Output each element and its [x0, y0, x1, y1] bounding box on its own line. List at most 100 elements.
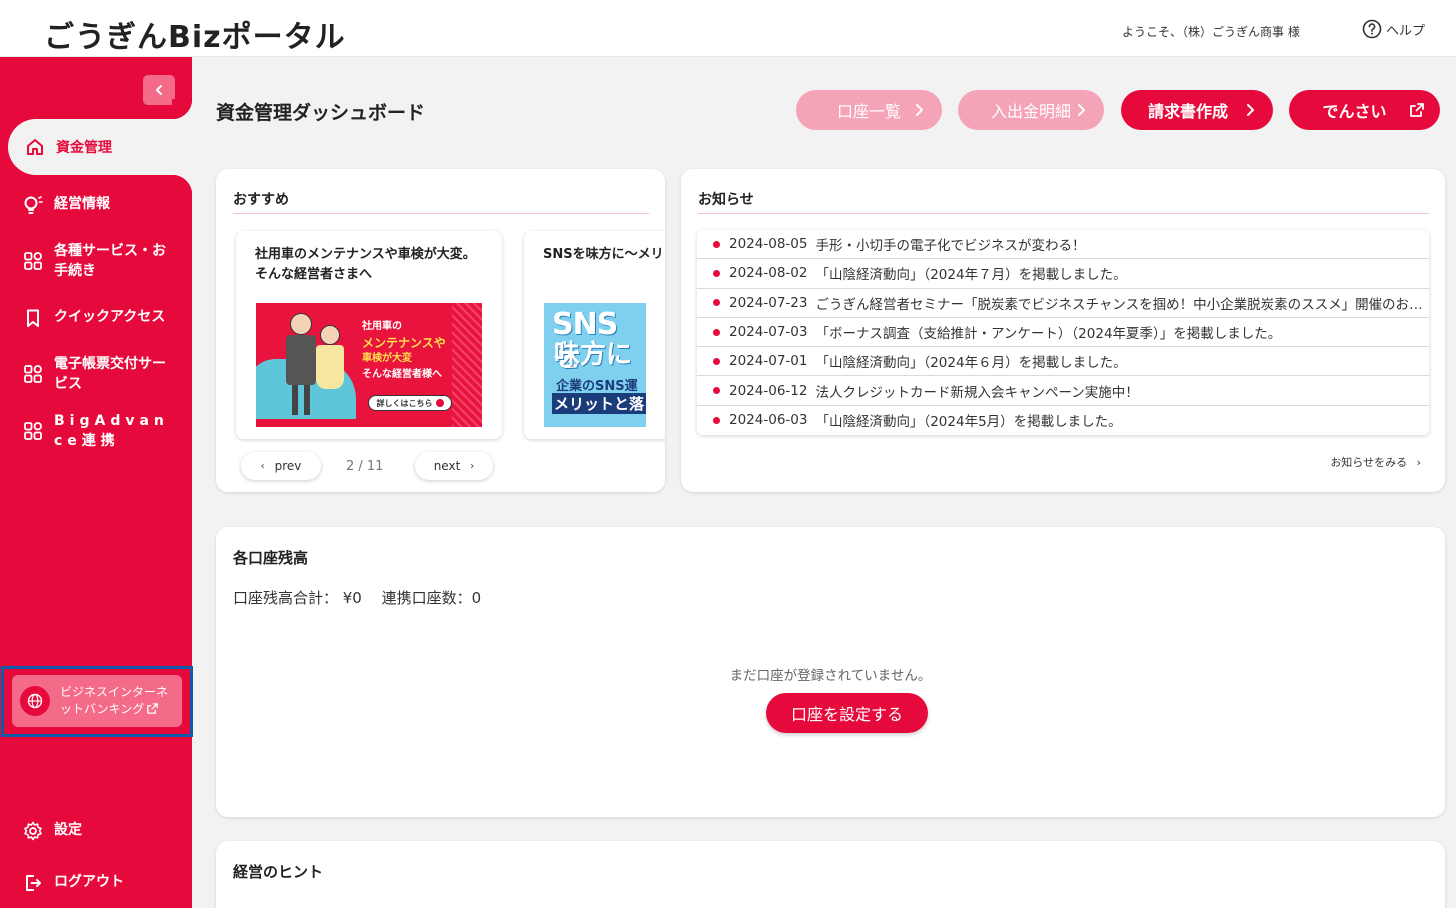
help-link[interactable]: ヘルプ — [1362, 19, 1425, 39]
empty-accounts-message: まだ口座が登録されていません。 — [729, 668, 932, 684]
internet-banking-label: ビジネスインターネットバンキング — [60, 685, 169, 716]
news-date: 2024-08-02 — [729, 265, 808, 282]
person-illustration — [292, 385, 298, 415]
hints-title: 経営のヒント — [233, 863, 324, 881]
balances-summary: 口座残高合計： ¥0 連携口座数：0 — [233, 589, 482, 607]
news-item[interactable]: 2024-06-12 法人クレジットカード新規入会キャンペーン実施中！ — [697, 376, 1429, 406]
chevron-left-icon: ‹ — [260, 460, 265, 472]
news-list: 2024-08-05 手形・小切手の電子化でビジネスが変わる！ 2024-08-0… — [697, 230, 1429, 435]
news-text: 「山陰経済動向」（2024年5月）を掲載しました。 — [815, 414, 1122, 431]
logout-icon — [22, 872, 44, 894]
bullet-dot — [713, 269, 720, 277]
sidebar-item-label: 設定 — [54, 822, 82, 838]
top-bar: ごうぎんBizポータル ようこそ、（株）ごうぎん商事 様 ヘルプ — [0, 0, 1456, 57]
sidebar-item-label: ログアウト — [54, 874, 124, 890]
sidebar-item-logout[interactable]: ログアウト — [22, 872, 182, 894]
news-date: 2024-06-03 — [729, 412, 808, 429]
chevron-right-icon: › — [470, 460, 475, 472]
sidebar-item-settings[interactable]: 設定 — [22, 820, 182, 842]
lightbulb-icon — [22, 194, 44, 216]
chevron-right-icon — [916, 104, 923, 116]
densai-label: でんさい — [1322, 102, 1387, 121]
chevron-right-icon: › — [1416, 456, 1421, 469]
account-list-button[interactable]: 口座一覧 — [796, 90, 942, 130]
page-title: 資金管理ダッシュボード — [216, 102, 426, 124]
promo-card[interactable]: SNSを味方に〜メリットと落とし穴 SNSを 味方に 企業のSNS運 メリットと… — [524, 231, 665, 439]
globe-icon — [20, 686, 50, 716]
hints-card: 経営のヒント — [216, 841, 1445, 908]
internet-banking-button[interactable]: ビジネスインターネットバンキング — [12, 675, 182, 727]
bullet-dot — [713, 387, 720, 395]
person-illustration — [290, 313, 312, 335]
sidebar-item-bigadvance[interactable]: BigAdvance連携 — [22, 411, 182, 451]
prev-button[interactable]: ‹ prev — [241, 452, 321, 480]
sidebar-item-quick-access[interactable]: クイックアクセス — [22, 307, 182, 329]
app-logo[interactable]: ごうぎんBizポータル — [44, 12, 346, 56]
recommend-card: おすすめ 社用車のメンテナンスや車検が大変。そんな経営者さまへ 社用車の メンテ… — [216, 169, 665, 492]
news-date: 2024-07-03 — [729, 324, 808, 341]
news-text: 「山陰経済動向」（2024年７月）を掲載しました。 — [815, 267, 1127, 284]
densai-button[interactable]: でんさい — [1289, 90, 1440, 130]
sidebar-item-label: 経営情報 — [54, 196, 110, 212]
promo-title: SNSを味方に〜メリットと落とし穴 — [543, 247, 663, 262]
news-text: 手形・小切手の電子化でビジネスが変わる！ — [815, 238, 1086, 255]
bullet-dot — [713, 240, 720, 248]
news-date: 2024-07-01 — [729, 353, 808, 370]
sidebar-item-business-info[interactable]: 経営情報 — [22, 194, 182, 216]
decorative-pattern — [452, 303, 482, 427]
news-item[interactable]: 2024-07-03 「ボーナス調査（支給推計・アンケート）（2024年夏季）」を… — [697, 318, 1429, 348]
promo-card[interactable]: 社用車のメンテナンスや車検が大変。そんな経営者さまへ 社用車の メンテナンスや … — [236, 231, 502, 439]
sidebar: 資金管理 経営情報 各種サービス・お手続き クイックアクセス 電子帳票交付サービ… — [0, 57, 193, 908]
news-more-label: お知らせをみる — [1330, 456, 1408, 469]
chevron-right-icon — [1078, 104, 1085, 116]
sidebar-item-label: 資金管理 — [56, 140, 112, 156]
sidebar-item-label: BigAdvance連携 — [54, 413, 169, 449]
recommend-title: おすすめ — [233, 192, 289, 208]
sidebar-item-funds[interactable]: 資金管理 — [8, 99, 192, 195]
account-list-label: 口座一覧 — [836, 102, 901, 121]
home-icon — [24, 136, 46, 158]
promo-banner-text: 社用車の メンテナンスや 車検が大変 そんな経営者様へ — [362, 321, 446, 380]
grid-icon — [22, 420, 44, 442]
news-date: 2024-08-05 — [729, 236, 808, 253]
news-text: 「山陰経済動向」（2024年６月）を掲載しました。 — [815, 355, 1127, 372]
divider — [233, 213, 649, 214]
news-item[interactable]: 2024-08-02 「山陰経済動向」（2024年７月）を掲載しました。 — [697, 259, 1429, 289]
internet-banking-highlight: ビジネスインターネットバンキング — [1, 666, 193, 737]
create-invoice-label: 請求書作成 — [1147, 102, 1228, 121]
news-text: 「ボーナス調査（支給推計・アンケート）（2024年夏季）」を掲載しました。 — [815, 326, 1282, 343]
news-text: 法人クレジットカード新規入会キャンペーン実施中！ — [815, 384, 1139, 401]
grid-icon — [22, 250, 44, 272]
help-label: ヘルプ — [1386, 23, 1426, 39]
news-item[interactable]: 2024-07-23 ごうぎん経営者セミナー「脱炭素でビジネスチャンスを掴め！中小… — [697, 289, 1429, 318]
sidebar-item-e-document[interactable]: 電子帳票交付サービス — [22, 354, 182, 394]
setup-account-button[interactable]: 口座を設定する — [766, 693, 928, 733]
transactions-label: 入出金明細 — [990, 102, 1071, 121]
news-item[interactable]: 2024-06-03 「山陰経済動向」（2024年5月）を掲載しました。 — [697, 406, 1429, 435]
news-card: お知らせ 2024-08-05 手形・小切手の電子化でビジネスが変わる！ 2024… — [681, 169, 1445, 492]
help-icon — [1362, 19, 1382, 39]
sidebar-collapse-button[interactable] — [143, 75, 175, 105]
next-button[interactable]: next › — [415, 452, 493, 480]
news-item[interactable]: 2024-08-05 手形・小切手の電子化でビジネスが変わる！ — [697, 230, 1429, 260]
prev-label: prev — [274, 459, 302, 473]
news-title: お知らせ — [698, 192, 754, 208]
balances-title: 各口座残高 — [233, 549, 309, 567]
promo-banner-image: SNSを 味方に 企業のSNS運 メリットと落 — [544, 303, 646, 427]
create-invoice-button[interactable]: 請求書作成 — [1121, 90, 1273, 130]
sidebar-item-services[interactable]: 各種サービス・お手続き — [22, 241, 182, 281]
divider — [698, 213, 1429, 214]
external-link-icon — [1410, 103, 1424, 117]
news-more-link[interactable]: お知らせをみる › — [1330, 454, 1421, 470]
news-date: 2024-07-23 — [729, 294, 808, 311]
chevron-left-icon — [156, 85, 162, 95]
gear-icon — [22, 820, 44, 842]
transactions-button[interactable]: 入出金明細 — [958, 90, 1104, 130]
person-illustration — [286, 335, 316, 385]
sidebar-item-label: 各種サービス・お手続き — [54, 243, 166, 279]
news-item[interactable]: 2024-07-01 「山陰経済動向」（2024年６月）を掲載しました。 — [697, 347, 1429, 377]
external-link-icon — [147, 703, 159, 714]
bullet-dot — [713, 357, 720, 365]
news-date: 2024-06-12 — [729, 382, 808, 399]
person-illustration — [316, 345, 344, 389]
